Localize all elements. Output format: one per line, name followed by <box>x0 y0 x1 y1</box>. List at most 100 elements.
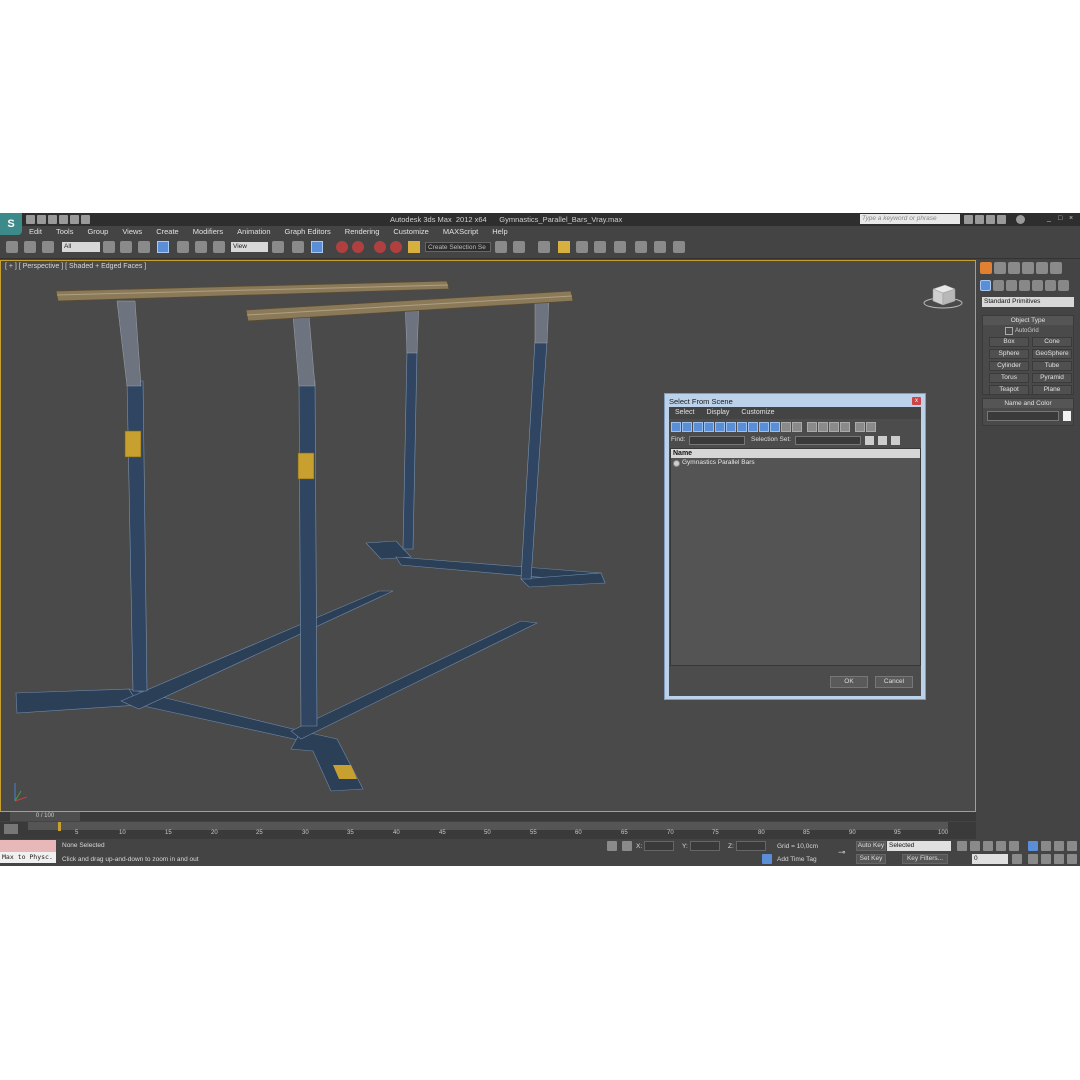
display-frozen-icon[interactable] <box>781 422 791 432</box>
key-mode-dropdown[interactable]: Selected <box>887 841 951 851</box>
menu-graph-editors[interactable]: Graph Editors <box>278 226 338 237</box>
sort-icon[interactable] <box>866 422 876 432</box>
teapot-button[interactable]: Teapot <box>989 385 1029 395</box>
window-crossing-icon[interactable] <box>157 241 169 253</box>
go-to-end-icon[interactable] <box>1009 841 1019 851</box>
field-of-view-icon[interactable] <box>1028 854 1038 864</box>
selection-filter-dropdown[interactable]: All <box>62 242 100 252</box>
zoom-extents-icon[interactable] <box>1054 841 1064 851</box>
autogrid-checkbox[interactable]: AutoGrid <box>1005 327 1039 335</box>
modify-tab-icon[interactable] <box>994 262 1006 274</box>
ok-button[interactable]: OK <box>830 676 868 688</box>
curve-editor-icon[interactable] <box>576 241 588 253</box>
menu-animation[interactable]: Animation <box>230 226 277 237</box>
auto-key-button[interactable]: Auto Key <box>856 841 886 851</box>
menu-edit[interactable]: Edit <box>22 226 49 237</box>
material-editor-icon[interactable] <box>614 241 626 253</box>
delete-set-icon[interactable] <box>891 436 900 445</box>
display-cameras-icon[interactable] <box>704 422 714 432</box>
menu-views[interactable]: Views <box>115 226 149 237</box>
select-object-icon[interactable] <box>103 241 115 253</box>
box-button[interactable]: Box <box>989 337 1029 347</box>
maximize-icon[interactable]: □ <box>1058 215 1062 222</box>
key-icon[interactable]: ⊸ <box>838 847 848 857</box>
angle-snap-icon[interactable] <box>352 241 364 253</box>
current-frame-field[interactable]: 0 <box>972 854 1008 864</box>
rotate-icon[interactable] <box>195 241 207 253</box>
zoom-all-icon[interactable] <box>1041 841 1051 851</box>
plane-button[interactable]: Plane <box>1032 385 1072 395</box>
display-groups-icon[interactable] <box>737 422 747 432</box>
filter-icon[interactable] <box>855 422 865 432</box>
dialog-menu-customize[interactable]: Customize <box>735 407 780 419</box>
menu-create[interactable]: Create <box>149 226 186 237</box>
maximize-viewport-icon[interactable] <box>1067 854 1077 864</box>
geometry-icon[interactable] <box>980 280 991 291</box>
application-menu-button[interactable]: S <box>0 213 22 235</box>
communication-icon[interactable] <box>986 215 995 224</box>
rendered-frame-window-icon[interactable] <box>654 241 666 253</box>
select-all-icon[interactable] <box>807 422 817 432</box>
select-invert-icon[interactable] <box>829 422 839 432</box>
tube-button[interactable]: Tube <box>1032 361 1072 371</box>
y-coordinate-field[interactable] <box>690 841 720 851</box>
align-icon[interactable] <box>513 241 525 253</box>
save-set-icon[interactable] <box>878 436 887 445</box>
open-file-icon[interactable] <box>37 215 46 224</box>
favorites-icon[interactable] <box>997 215 1006 224</box>
selection-set-dropdown[interactable] <box>795 436 861 445</box>
go-to-start-icon[interactable] <box>957 841 967 851</box>
named-selection-set-dropdown[interactable]: Create Selection Se <box>425 242 491 252</box>
sphere-button[interactable]: Sphere <box>989 349 1029 359</box>
scene-object-list[interactable]: Name Gymnastics Parallel Bars <box>670 448 921 666</box>
select-by-name-icon[interactable] <box>120 241 132 253</box>
move-icon[interactable] <box>177 241 189 253</box>
object-color-swatch[interactable] <box>1063 411 1071 421</box>
dialog-menu-select[interactable]: Select <box>669 407 700 419</box>
zoom-extents-all-icon[interactable] <box>1067 841 1077 851</box>
undo-icon[interactable] <box>59 215 68 224</box>
dialog-menu-display[interactable]: Display <box>700 407 735 419</box>
maxscript-listener[interactable]: Max to Physc. <box>0 840 56 866</box>
display-tab-icon[interactable] <box>1036 262 1048 274</box>
helpers-icon[interactable] <box>1032 280 1043 291</box>
cone-button[interactable]: Cone <box>1032 337 1072 347</box>
cancel-button[interactable]: Cancel <box>875 676 913 688</box>
help-icon[interactable] <box>1016 215 1025 224</box>
create-set-icon[interactable] <box>865 436 874 445</box>
cylinder-button[interactable]: Cylinder <box>989 361 1029 371</box>
search-icon[interactable] <box>964 215 973 224</box>
time-slider-thumb[interactable]: 0 / 100 <box>10 812 80 821</box>
snaps-toggle-icon[interactable] <box>336 241 348 253</box>
help-search-input[interactable]: Type a keyword or phrase <box>860 214 960 224</box>
menu-modifiers[interactable]: Modifiers <box>186 226 230 237</box>
scale-icon[interactable] <box>213 241 225 253</box>
display-helpers-icon[interactable] <box>715 422 725 432</box>
absolute-mode-icon[interactable] <box>622 841 632 851</box>
render-setup-icon[interactable] <box>635 241 647 253</box>
time-tag-icon[interactable] <box>762 854 772 864</box>
object-name-input[interactable] <box>987 411 1059 421</box>
systems-icon[interactable] <box>1058 280 1069 291</box>
display-lights-icon[interactable] <box>693 422 703 432</box>
menu-group[interactable]: Group <box>80 226 115 237</box>
save-file-icon[interactable] <box>48 215 57 224</box>
timeline-ticks[interactable] <box>28 822 948 831</box>
display-bones-icon[interactable] <box>759 422 769 432</box>
name-column-header[interactable]: Name <box>671 449 920 458</box>
bind-space-warp-icon[interactable] <box>42 241 54 253</box>
track-bar[interactable]: 5 10 15 20 25 30 35 40 45 50 55 60 65 70… <box>0 822 976 839</box>
menu-customize[interactable]: Customize <box>386 226 435 237</box>
previous-frame-icon[interactable] <box>970 841 980 851</box>
minimize-icon[interactable]: _ <box>1047 215 1051 222</box>
motion-tab-icon[interactable] <box>1022 262 1034 274</box>
cameras-icon[interactable] <box>1019 280 1030 291</box>
schematic-view-icon[interactable] <box>594 241 606 253</box>
percent-snap-icon[interactable] <box>374 241 386 253</box>
next-frame-icon[interactable] <box>996 841 1006 851</box>
play-icon[interactable] <box>983 841 993 851</box>
orbit-icon[interactable] <box>1054 854 1064 864</box>
dialog-close-button[interactable]: x <box>912 397 921 405</box>
mini-curve-editor-icon[interactable] <box>4 824 18 834</box>
create-tab-icon[interactable] <box>980 262 992 274</box>
